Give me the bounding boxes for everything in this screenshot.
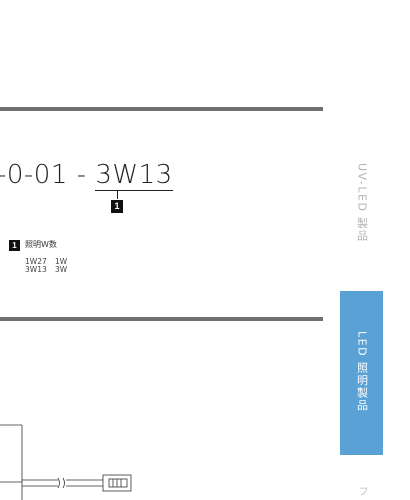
- section-divider-bottom: [0, 317, 323, 321]
- legend-code: 3W13: [25, 265, 47, 274]
- product-technical-drawing: [0, 424, 132, 500]
- legend-row: 3W13 3W: [25, 266, 67, 274]
- part-number: -0-01 - 3W13: [0, 160, 173, 192]
- connector-inner: [108, 478, 128, 488]
- cable-break-mark: [57, 477, 65, 489]
- part-number-code: 3W13: [95, 160, 173, 192]
- legend-badge: 1: [9, 240, 20, 251]
- side-tab-next-label: フ: [356, 486, 367, 498]
- part-number-prefix: -0-01 -: [0, 160, 96, 190]
- side-tab-led-lighting[interactable]: LED 照明製品: [340, 291, 383, 455]
- side-tab-next[interactable]: フ: [340, 486, 383, 500]
- legend-value: 3W: [55, 265, 68, 274]
- side-tab-uv-led[interactable]: UV-LED 製品: [340, 163, 383, 273]
- legend-title: 照明W数: [25, 240, 57, 249]
- side-tab-uv-led-label: UV-LED 製品: [355, 163, 369, 243]
- side-tab-led-lighting-label: LED 照明製品: [355, 331, 369, 413]
- code-badge: 1: [111, 200, 123, 213]
- legend-table: 1W27 1W 3W13 3W: [25, 258, 67, 274]
- code-connector-line: [117, 191, 118, 199]
- section-divider-top: [0, 107, 323, 111]
